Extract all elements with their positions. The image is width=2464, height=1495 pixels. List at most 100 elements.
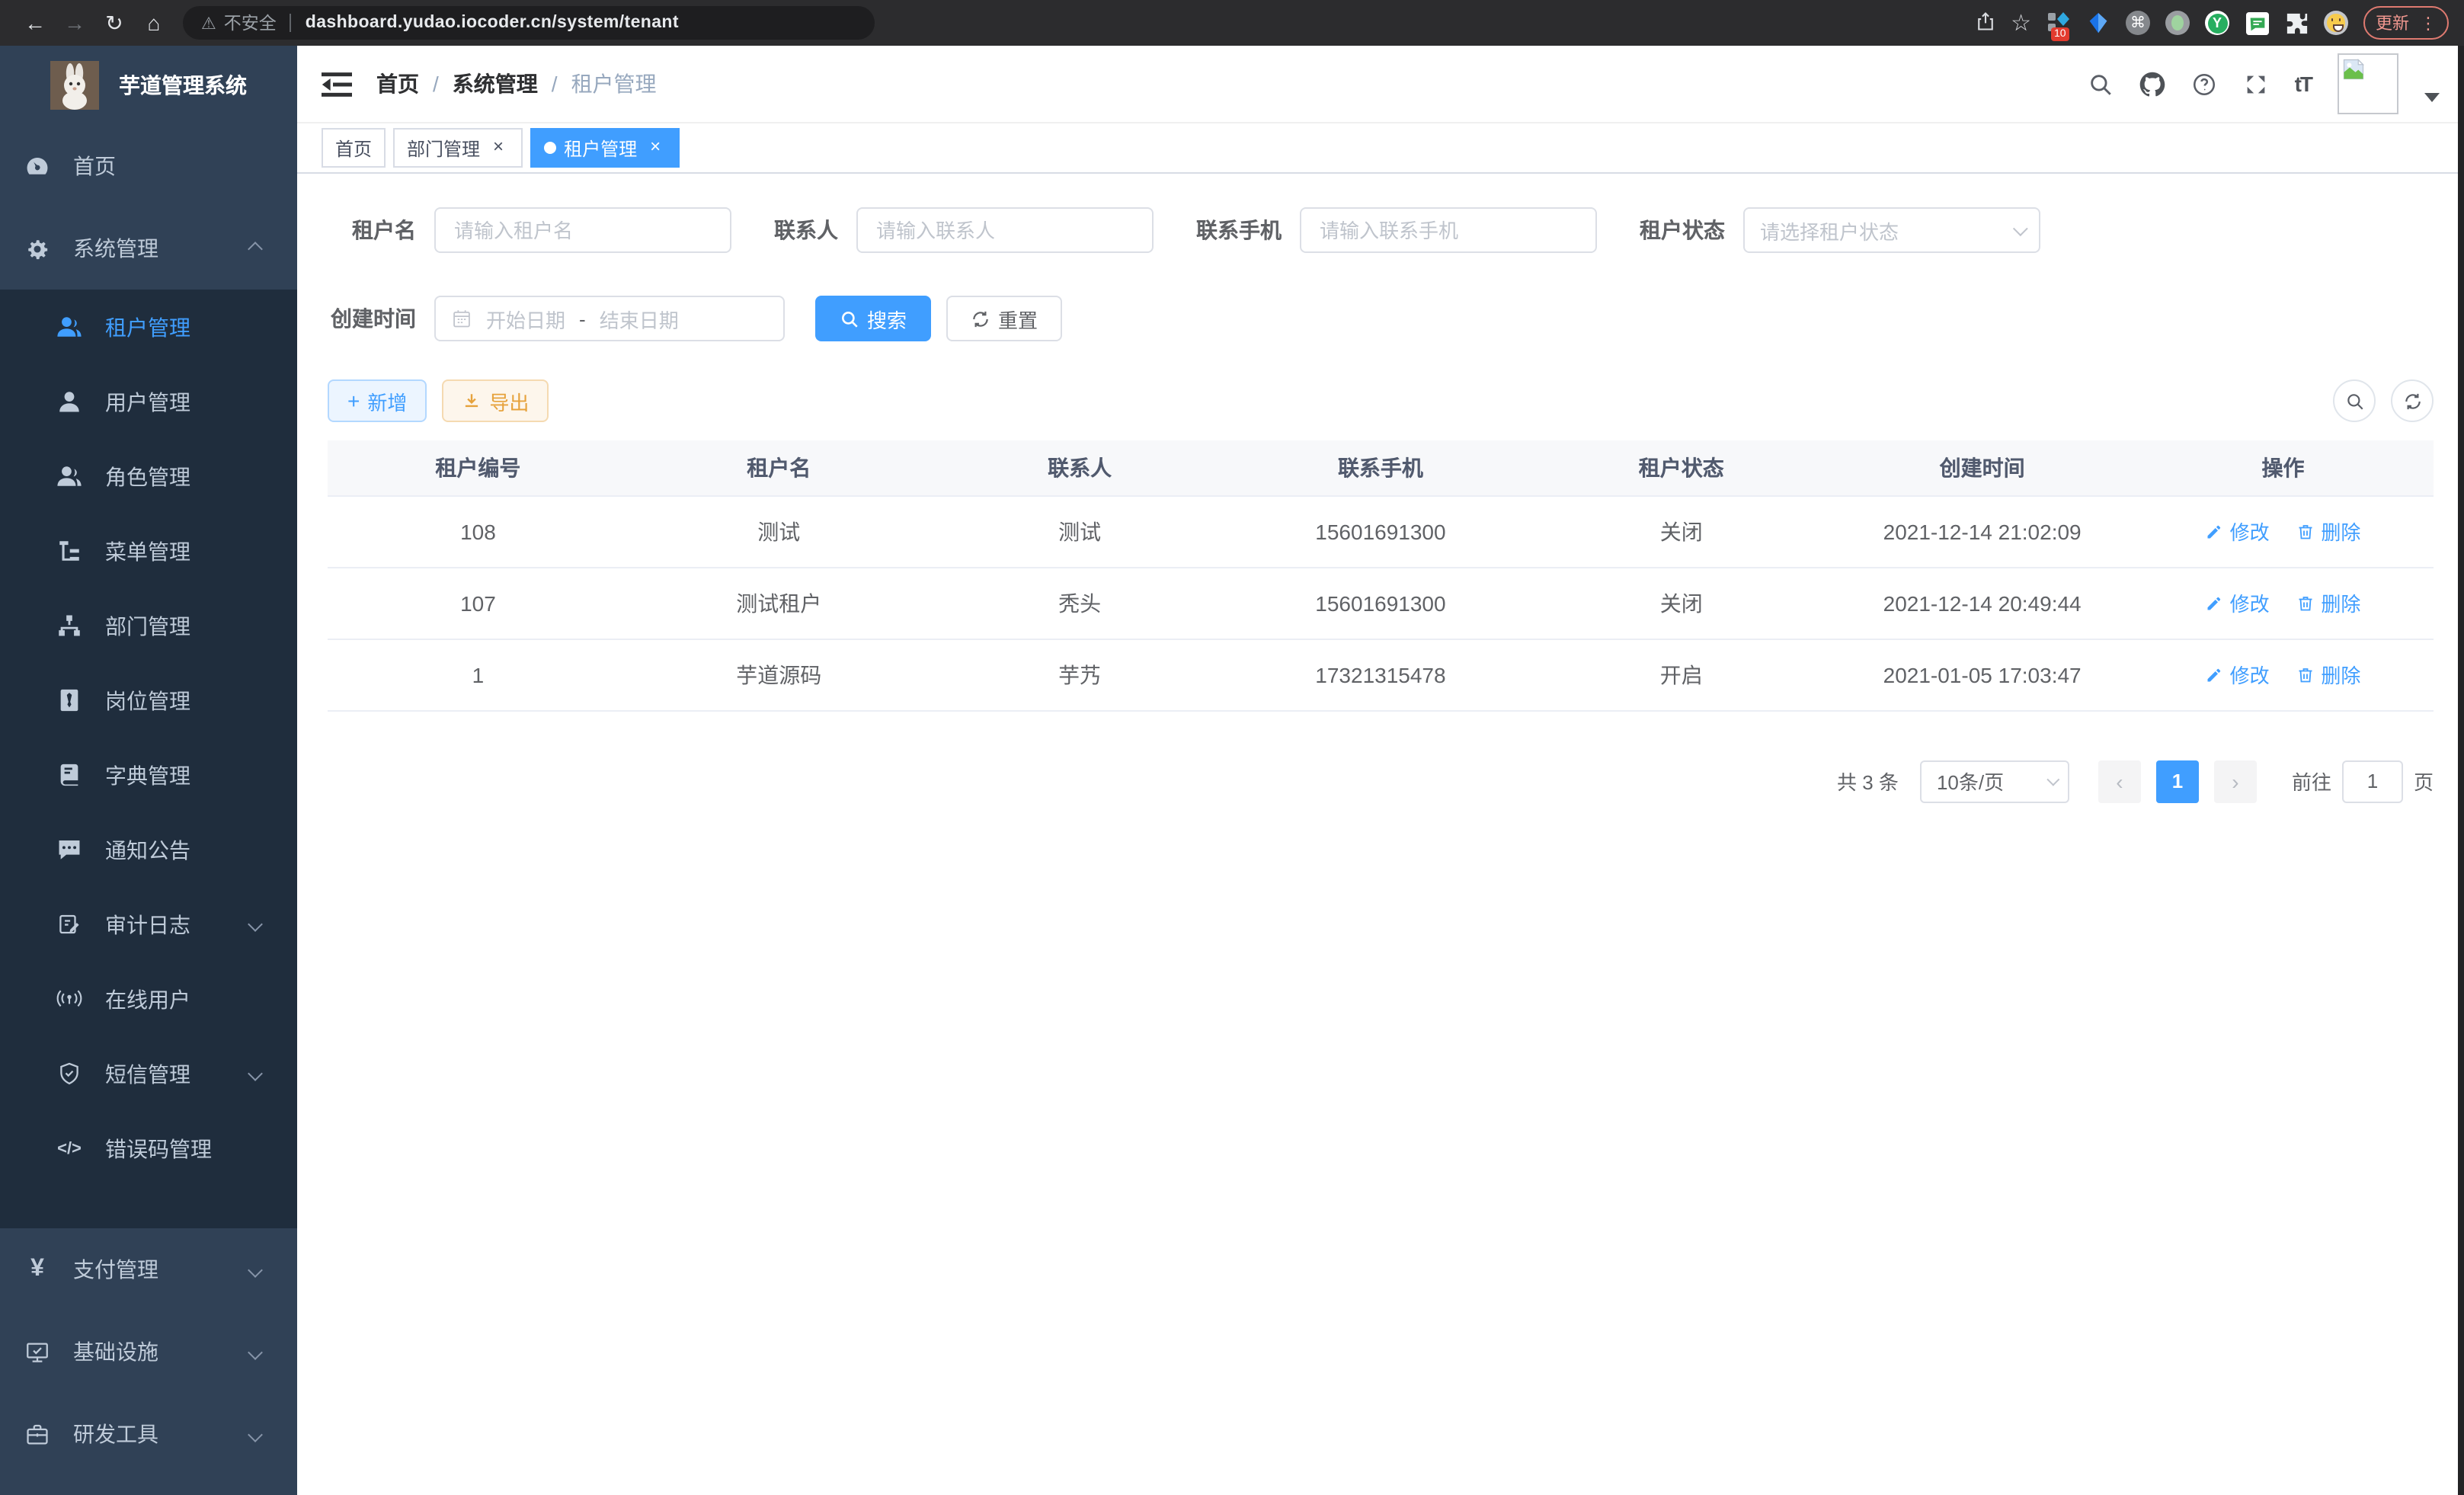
share-icon[interactable] — [1974, 10, 1995, 36]
puzzle-extensions-icon[interactable] — [2284, 11, 2309, 35]
search-icon[interactable] — [2088, 71, 2114, 97]
page-size-value: 10条/页 — [1937, 767, 2004, 796]
help-icon[interactable] — [2191, 71, 2217, 97]
export-button[interactable]: 导出 — [442, 379, 549, 422]
filter-label: 租户名 — [328, 215, 416, 245]
breadcrumb-home[interactable]: 首页 — [376, 69, 419, 99]
sidebar-item-pay-management[interactable]: ¥ 支付管理 — [0, 1228, 297, 1311]
sidebar-item-menu-management[interactable]: 菜单管理 — [0, 514, 297, 588]
sidebar-item-role-management[interactable]: 角色管理 — [0, 439, 297, 514]
sidebar-item-notice[interactable]: 通知公告 — [0, 812, 297, 887]
browser-toolbar-right: ☆ 10 ⌘ Y 更新 ⋮ — [1974, 6, 2449, 40]
close-icon[interactable]: × — [488, 137, 509, 158]
date-range-picker[interactable]: 开始日期 - 结束日期 — [434, 296, 785, 341]
edit-link[interactable]: 修改 — [2206, 517, 2270, 546]
cell-created: 2021-01-05 17:03:47 — [1832, 639, 2133, 710]
edit-label: 修改 — [2230, 588, 2270, 617]
sidebar-item-label: 租户管理 — [105, 312, 190, 342]
prev-page-button[interactable]: ‹ — [2098, 760, 2141, 802]
page-size-select[interactable]: 10条/页 — [1920, 760, 2069, 802]
delete-link[interactable]: 删除 — [2296, 517, 2360, 546]
address-bar[interactable]: ⚠ 不安全 dashboard.yudao.iocoder.cn/system/… — [183, 6, 875, 40]
column-header-name: 租户名 — [629, 440, 930, 495]
fullscreen-icon[interactable] — [2243, 71, 2269, 97]
sidebar-item-infrastructure[interactable]: 基础设施 — [0, 1311, 297, 1393]
sidebar-item-sms-management[interactable]: 短信管理 — [0, 1036, 297, 1111]
y-extension-icon[interactable]: Y — [2205, 11, 2229, 35]
delete-link[interactable]: 删除 — [2296, 660, 2360, 689]
filter-label: 租户状态 — [1640, 215, 1725, 245]
breadcrumb-system[interactable]: 系统管理 — [453, 69, 538, 99]
sidebar-item-user-management[interactable]: 用户管理 — [0, 364, 297, 439]
column-header-status: 租户状态 — [1531, 440, 1832, 495]
browser-back-icon[interactable]: ← — [15, 0, 55, 46]
add-button[interactable]: + 新增 — [328, 379, 427, 422]
current-page-button[interactable]: 1 — [2156, 760, 2199, 802]
sidebar-logo[interactable]: 芋道管理系统 — [0, 46, 297, 125]
avatar-dropdown-caret-icon[interactable] — [2424, 93, 2440, 102]
chat-extension-icon[interactable] — [2245, 11, 2269, 35]
tenant-status-select[interactable]: 请选择租户状态 — [1743, 207, 2040, 253]
sidebar-item-label: 用户管理 — [105, 386, 190, 417]
browser-forward-icon[interactable]: → — [55, 0, 94, 46]
reset-button[interactable]: 重置 — [946, 296, 1062, 341]
font-size-icon[interactable]: tT — [2295, 72, 2312, 96]
org-tree-icon — [56, 613, 82, 639]
refresh-table-button[interactable] — [2391, 379, 2434, 422]
command-extension-icon[interactable]: ⌘ — [2126, 11, 2150, 35]
end-date-placeholder[interactable]: 结束日期 — [600, 304, 679, 333]
next-page-button[interactable]: › — [2214, 760, 2257, 802]
cell-contact: 芋艿 — [930, 639, 1230, 710]
sidebar-item-dev-tools[interactable]: 研发工具 — [0, 1393, 297, 1475]
chevron-down-icon — [248, 1426, 263, 1442]
toggle-search-button[interactable] — [2333, 379, 2376, 422]
sidebar-item-dept-management[interactable]: 部门管理 — [0, 588, 297, 663]
edit-link[interactable]: 修改 — [2206, 660, 2270, 689]
trash-icon — [2296, 522, 2315, 540]
contact-input[interactable] — [856, 207, 1154, 253]
sidebar-item-dict-management[interactable]: 字典管理 — [0, 738, 297, 812]
tab-tenant-management[interactable]: 租户管理 × — [530, 128, 680, 168]
page-unit-label: 页 — [2414, 767, 2434, 796]
filter-contact: 联系人 — [774, 207, 1154, 253]
mobile-input[interactable] — [1300, 207, 1597, 253]
kite-extension-icon[interactable] — [2086, 11, 2110, 35]
user-avatar[interactable] — [2338, 53, 2398, 114]
sidebar-item-online-users[interactable]: 在线用户 — [0, 962, 297, 1036]
sidebar-item-tenant-management[interactable]: 租户管理 — [0, 290, 297, 364]
chevron-up-icon — [248, 241, 263, 256]
tab-dept-management[interactable]: 部门管理 × — [393, 128, 523, 168]
sidebar-item-post-management[interactable]: 岗位管理 — [0, 663, 297, 738]
sidebar-collapse-icon[interactable] — [322, 71, 352, 97]
sidebar-item-audit-log[interactable]: 审计日志 — [0, 887, 297, 962]
recorder-extension-icon[interactable] — [2165, 11, 2190, 35]
browser-home-icon[interactable]: ⌂ — [134, 0, 174, 46]
cell-created: 2021-12-14 20:49:44 — [1832, 567, 2133, 639]
edit-link[interactable]: 修改 — [2206, 588, 2270, 617]
browser-chrome: ← → ↻ ⌂ ⚠ 不安全 dashboard.yudao.iocoder.cn… — [0, 0, 2464, 46]
sidebar-item-home[interactable]: 首页 — [0, 125, 297, 207]
extension-tiles-icon[interactable]: 10 — [2046, 11, 2071, 35]
total-count: 共 3 条 — [1837, 767, 1899, 796]
close-icon[interactable]: × — [645, 137, 666, 158]
monitor-icon — [24, 1339, 50, 1365]
sidebar-item-error-code-management[interactable]: </> 错误码管理 — [0, 1111, 297, 1186]
sidebar-item-system-management[interactable]: 系统管理 — [0, 207, 297, 290]
sidebar-item-label: 支付管理 — [73, 1254, 158, 1285]
delete-link[interactable]: 删除 — [2296, 588, 2360, 617]
browser-reload-icon[interactable]: ↻ — [94, 0, 134, 46]
goto-page-input[interactable] — [2342, 760, 2403, 802]
profile-avatar-icon[interactable] — [2324, 11, 2348, 35]
browser-menu-icon[interactable]: ⋮ — [2420, 13, 2437, 33]
url-text[interactable]: dashboard.yudao.iocoder.cn/system/tenant — [306, 14, 679, 32]
security-label[interactable]: 不安全 — [224, 11, 277, 35]
search-button[interactable]: 搜索 — [815, 296, 931, 341]
tenant-name-input[interactable] — [434, 207, 731, 253]
chevron-down-icon — [248, 1066, 263, 1081]
bookmark-star-icon[interactable]: ☆ — [2011, 9, 2031, 37]
edit-label: 修改 — [2230, 660, 2270, 689]
chrome-update-button[interactable]: 更新 ⋮ — [2363, 6, 2449, 40]
github-icon[interactable] — [2139, 71, 2165, 97]
start-date-placeholder[interactable]: 开始日期 — [486, 304, 565, 333]
tab-home[interactable]: 首页 — [322, 128, 386, 168]
